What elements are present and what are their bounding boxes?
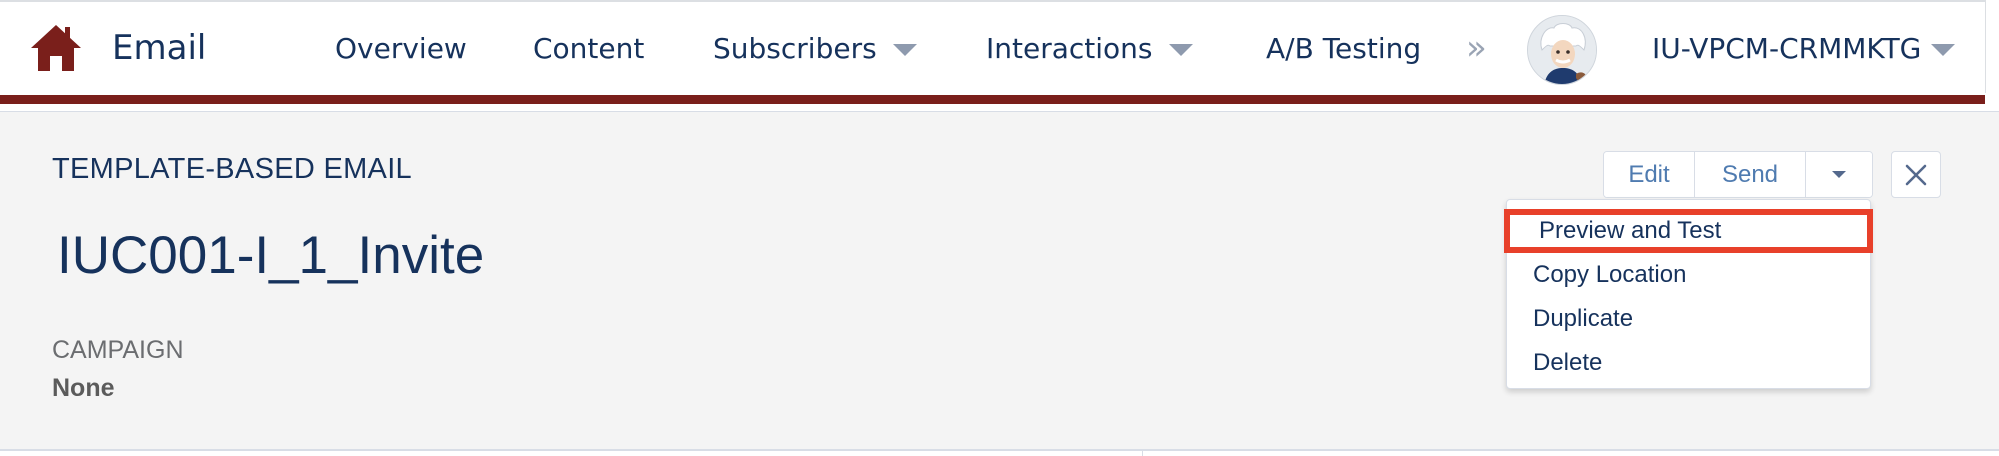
- nav-item-overview[interactable]: Overview: [335, 26, 467, 70]
- avatar-image: [1528, 16, 1596, 84]
- chevron-down-icon: [1832, 171, 1846, 178]
- nav-item-content[interactable]: Content: [533, 26, 644, 70]
- chevron-down-icon[interactable]: [1168, 44, 1193, 56]
- content-area: [0, 451, 1999, 456]
- more-actions-dropdown: Preview and Test Copy Location Duplicate…: [1504, 199, 1873, 389]
- more-actions-button[interactable]: [1806, 152, 1872, 197]
- nav-item-label: Subscribers: [713, 31, 877, 65]
- user-account-menu[interactable]: IU-VPCM-CRMMKTG: [1652, 26, 1956, 70]
- record-actions-button-group: Edit Send: [1603, 151, 1873, 198]
- nav-item-interactions[interactable]: Interactions: [986, 26, 1193, 70]
- chevron-down-icon[interactable]: [892, 44, 917, 56]
- column-divider: [1142, 451, 1143, 456]
- top-navigation-bar: Email Overview Content Subscribers Inter…: [0, 0, 1986, 104]
- page-title: IUC001-I_1_Invite: [57, 226, 485, 285]
- menu-item-delete[interactable]: Delete: [1507, 341, 1870, 385]
- account-name: IU-VPCM-CRMMKTG: [1652, 31, 1922, 65]
- app-brand: Email: [30, 18, 206, 78]
- more-tabs-icon[interactable]: »: [1466, 26, 1487, 70]
- nav-accent-bar: [0, 95, 1985, 104]
- nav-item-label: Content: [533, 31, 645, 65]
- edit-button[interactable]: Edit: [1604, 152, 1695, 197]
- nav-item-label: Interactions: [986, 31, 1153, 65]
- chevron-down-icon[interactable]: [1931, 44, 1956, 56]
- einstein-avatar-icon[interactable]: [1527, 15, 1597, 85]
- send-button[interactable]: Send: [1695, 152, 1806, 197]
- record-type-label: TEMPLATE-BASED EMAIL: [52, 153, 412, 185]
- nav-item-subscribers[interactable]: Subscribers: [713, 26, 917, 70]
- menu-item-duplicate[interactable]: Duplicate: [1507, 297, 1870, 341]
- nav-item-label: A/B Testing: [1266, 31, 1422, 65]
- menu-item-copy-location[interactable]: Copy Location: [1507, 253, 1870, 297]
- nav-item-ab-testing[interactable]: A/B Testing: [1266, 26, 1421, 70]
- close-button[interactable]: [1891, 151, 1941, 198]
- app-name[interactable]: Email: [112, 28, 206, 68]
- close-icon: [1905, 164, 1927, 185]
- campaign-label: CAMPAIGN: [52, 336, 184, 364]
- nav-item-label: Overview: [335, 31, 467, 65]
- home-icon[interactable]: [30, 22, 82, 74]
- campaign-value: None: [52, 374, 115, 402]
- menu-item-preview-and-test[interactable]: Preview and Test: [1504, 209, 1873, 253]
